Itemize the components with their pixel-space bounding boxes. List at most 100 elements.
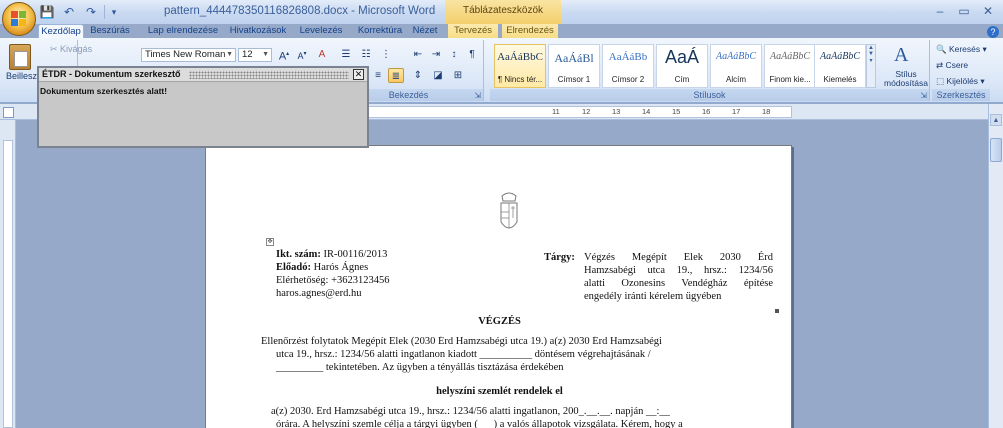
save-icon[interactable]: 💾 (38, 4, 56, 20)
tab-hivatkozasok[interactable]: Hivatkozások (228, 24, 288, 38)
justify-icon[interactable]: ≣ (388, 68, 404, 83)
ruler-number: 11 (552, 107, 560, 116)
cut-label: Kivágás (60, 44, 93, 54)
font-family-dropdown-icon: ▼ (226, 51, 233, 58)
ruler-number: 14 (642, 107, 651, 116)
quick-access-toolbar: 💾 ↶ ↷ ▾ (38, 3, 119, 21)
style-heading-1[interactable]: AaÁáBl Címsor 1 (548, 44, 600, 88)
sort-icon[interactable]: ↕ (446, 47, 462, 62)
font-family-select[interactable]: Times New Roman ▼ (141, 48, 236, 62)
style-subtle-emphasis[interactable]: AaÁáBbC Finom kie... (764, 44, 816, 88)
tab-levelezes[interactable]: Levelezés (296, 24, 346, 38)
shrink-font-button[interactable]: A▾ (294, 47, 310, 62)
vertical-scrollbar[interactable]: ▲ (988, 104, 1003, 428)
font-size-select[interactable]: 12 ▼ (238, 48, 272, 62)
multilevel-list-icon[interactable]: ⋮ (378, 47, 394, 62)
ruler-number: 12 (582, 107, 591, 116)
style-name: Finom kie... (769, 75, 811, 84)
find-button[interactable]: 🔍 Keresés ▾ (936, 44, 987, 55)
tab-beszuras[interactable]: Beszúrás (88, 24, 132, 38)
select-button[interactable]: ⬚ Kijelölés ▾ (936, 76, 985, 87)
document-subheading: helyszíni szemlét rendelek el (436, 386, 563, 397)
ikt-label: Ikt. szám: (276, 249, 321, 260)
increase-indent-icon[interactable]: ⇥ (428, 47, 444, 62)
etdr-drag-grip[interactable] (189, 71, 349, 79)
ikt-szam: Ikt. szám: IR-00116/2013 (276, 249, 387, 260)
etdr-status-message: Dokumentum szerkesztés alatt! (40, 86, 168, 96)
font-family-value: Times New Roman (145, 49, 226, 60)
vertical-ruler[interactable] (0, 120, 16, 428)
tab-tervezes[interactable]: Tervezés (448, 24, 498, 38)
undo-icon[interactable]: ↶ (60, 4, 78, 20)
etdr-close-icon[interactable]: ✕ (353, 69, 364, 80)
grow-font-button[interactable]: A▴ (276, 47, 292, 63)
clear-format-button[interactable]: A (314, 47, 330, 62)
title-bar: 💾 ↶ ↷ ▾ pattern_444478350116826808.docx … (0, 0, 1003, 24)
window-title: pattern_444478350116826808.docx - Micros… (164, 5, 436, 17)
targy-line: Végzés Megépít Elek 2030 Érd (584, 252, 773, 263)
tab-selector-icon[interactable] (3, 107, 14, 118)
tab-kezdolap[interactable]: Kezdőlap (38, 24, 84, 39)
style-no-spacing[interactable]: AaÁáBbC ¶ Nincs tér... (494, 44, 546, 88)
paragraph-2-line: a(z) 2030. Érd Hamzsabégi utca 19., hrsz… (271, 406, 670, 417)
ikt-value: IR-00116/2013 (323, 249, 388, 260)
coat-of-arms-icon (500, 192, 518, 229)
document-heading: VÉGZÉS (478, 316, 521, 327)
tab-lap-elrendezese[interactable]: Lap elrendezése (146, 24, 220, 38)
targy-line: alatti Ozonesins Vendégház építése (584, 278, 773, 289)
scroll-thumb[interactable] (990, 138, 1002, 162)
phone-line: Elérhetőség: +3623123456 (276, 275, 390, 286)
tab-elrendezes[interactable]: Elrendezés (502, 24, 558, 38)
qat-customize-icon[interactable]: ▾ (109, 4, 119, 20)
style-name: Kiemelés (823, 75, 857, 84)
tab-korrektura[interactable]: Korrektúra (352, 24, 408, 38)
minimize-button[interactable]: – (928, 2, 952, 20)
redo-icon[interactable]: ↷ (82, 4, 100, 20)
table-move-handle-icon[interactable]: ✥ (266, 238, 274, 246)
eloado-label: Előadó: (276, 262, 312, 273)
office-button[interactable] (2, 2, 36, 36)
cut-button[interactable]: ✂ Kivágás (50, 44, 92, 55)
shading-icon[interactable]: ◪ (430, 68, 446, 83)
style-emphasis[interactable]: AaÁáBbC Kiemelés (814, 44, 866, 88)
etdr-title-bar[interactable]: ÉTDR - Dokumentum szerkesztő ✕ (39, 68, 367, 82)
style-subtitle[interactable]: AaÁáBbC Alcím (710, 44, 762, 88)
line-spacing-icon[interactable]: ⇕ (410, 68, 426, 83)
document-page[interactable]: ✥ Ikt. szám: IR-00116/2013 Előadó: Harós… (205, 145, 792, 428)
decrease-indent-icon[interactable]: ⇤ (410, 47, 426, 62)
style-heading-2[interactable]: AaÁáBb Címsor 2 (602, 44, 654, 88)
help-icon[interactable]: ? (987, 26, 999, 38)
styles-group: AaÁáBbC ¶ Nincs tér... AaÁáBl Címsor 1 A… (490, 40, 930, 101)
paragraph-launcher-icon[interactable]: ⇲ (474, 91, 481, 100)
find-label: Keresés (948, 44, 981, 54)
scroll-up-icon[interactable]: ▲ (990, 114, 1002, 126)
paragraph-1-line: Ellenőrzést folytatok Megépít Elek (2030… (261, 336, 662, 347)
targy-label: Tárgy: (544, 252, 575, 263)
style-title[interactable]: AaÁ Cím (656, 44, 708, 88)
email-line: haros.agnes@erd.hu (276, 288, 362, 299)
align-center-icon[interactable]: ≡ (370, 68, 386, 83)
style-name: ¶ Nincs tér... (497, 75, 543, 84)
eloado-value: Harós Ágnes (313, 262, 369, 273)
etdr-editor-window[interactable]: ÉTDR - Dokumentum szerkesztő ✕ Dokumentu… (37, 66, 369, 148)
numbering-icon[interactable]: ☷ (358, 47, 374, 62)
style-sample: AaÁ (664, 47, 700, 67)
styles-gallery-scroll[interactable]: ▲ ▼ ▾ (866, 44, 876, 88)
borders-icon[interactable]: ⊞ (450, 68, 466, 83)
targy-line: engedély iránti kérelem ügyében (584, 291, 722, 302)
select-label: Kijelölés (946, 76, 979, 86)
bullets-icon[interactable]: ☰ (338, 47, 354, 62)
close-button[interactable]: ✕ (976, 2, 1000, 20)
eloado: Előadó: Harós Ágnes (276, 262, 368, 273)
replace-button[interactable]: ⇄ Csere (936, 60, 968, 71)
etdr-body: Dokumentum szerkesztés alatt! (39, 83, 367, 146)
change-styles-label: Stílus módosítása (884, 69, 928, 88)
change-styles-button[interactable]: A Stílus módosítása (884, 44, 928, 90)
show-marks-icon[interactable]: ¶ (464, 47, 480, 62)
restore-button[interactable]: ▭ (952, 2, 976, 20)
paste-icon[interactable] (9, 44, 31, 70)
tab-nezet[interactable]: Nézet (410, 24, 440, 38)
styles-launcher-icon[interactable]: ⇲ (920, 91, 927, 100)
ruler-number: 13 (612, 107, 621, 116)
etdr-title: ÉTDR - Dokumentum szerkesztő (42, 69, 181, 79)
